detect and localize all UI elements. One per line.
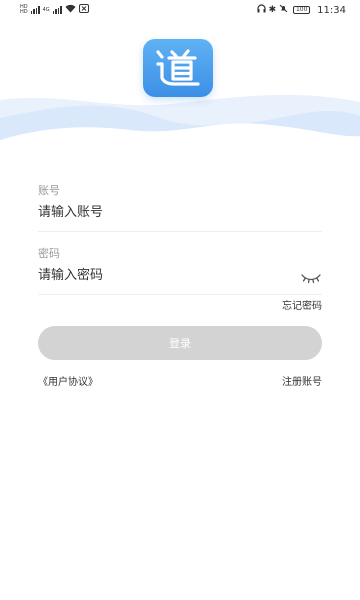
account-input[interactable]	[38, 199, 322, 225]
nfc-icon	[78, 4, 89, 16]
password-label: 密码	[38, 247, 60, 260]
password-input[interactable]	[38, 262, 322, 288]
account-label: 账号	[38, 184, 60, 197]
battery-icon: 100	[293, 6, 311, 14]
signal-icon	[52, 6, 62, 14]
status-bar-right: ✱ 100 11:34	[257, 4, 346, 16]
forgot-password-link[interactable]: 忘记密码	[38, 297, 322, 312]
bluetooth-icon: ✱	[268, 4, 277, 15]
wifi-icon	[65, 4, 76, 16]
user-agreement-link[interactable]: 《用户协议》	[38, 373, 98, 388]
battery-level: 100	[295, 6, 308, 13]
signal-icon	[30, 6, 40, 14]
app-logo-glyph	[156, 49, 200, 86]
status-time: 11:34	[317, 4, 346, 16]
sim2-label: HD	[20, 9, 28, 15]
password-row	[38, 262, 322, 288]
status-bar: HD HD 4G ✱ 100 11:34	[0, 0, 360, 20]
mute-icon	[279, 4, 288, 16]
sim-indicator: HD HD	[20, 5, 28, 15]
headphones-icon	[257, 4, 266, 16]
register-account-link[interactable]: 注册账号	[282, 373, 322, 388]
app-logo-icon	[143, 39, 213, 97]
eye-closed-icon[interactable]	[300, 269, 322, 284]
network-type: 4G	[42, 6, 50, 13]
login-button[interactable]: 登录	[38, 326, 322, 360]
login-form: 账号 密码	[38, 183, 322, 295]
password-divider	[38, 294, 322, 295]
status-bar-left: HD HD 4G	[20, 4, 89, 16]
